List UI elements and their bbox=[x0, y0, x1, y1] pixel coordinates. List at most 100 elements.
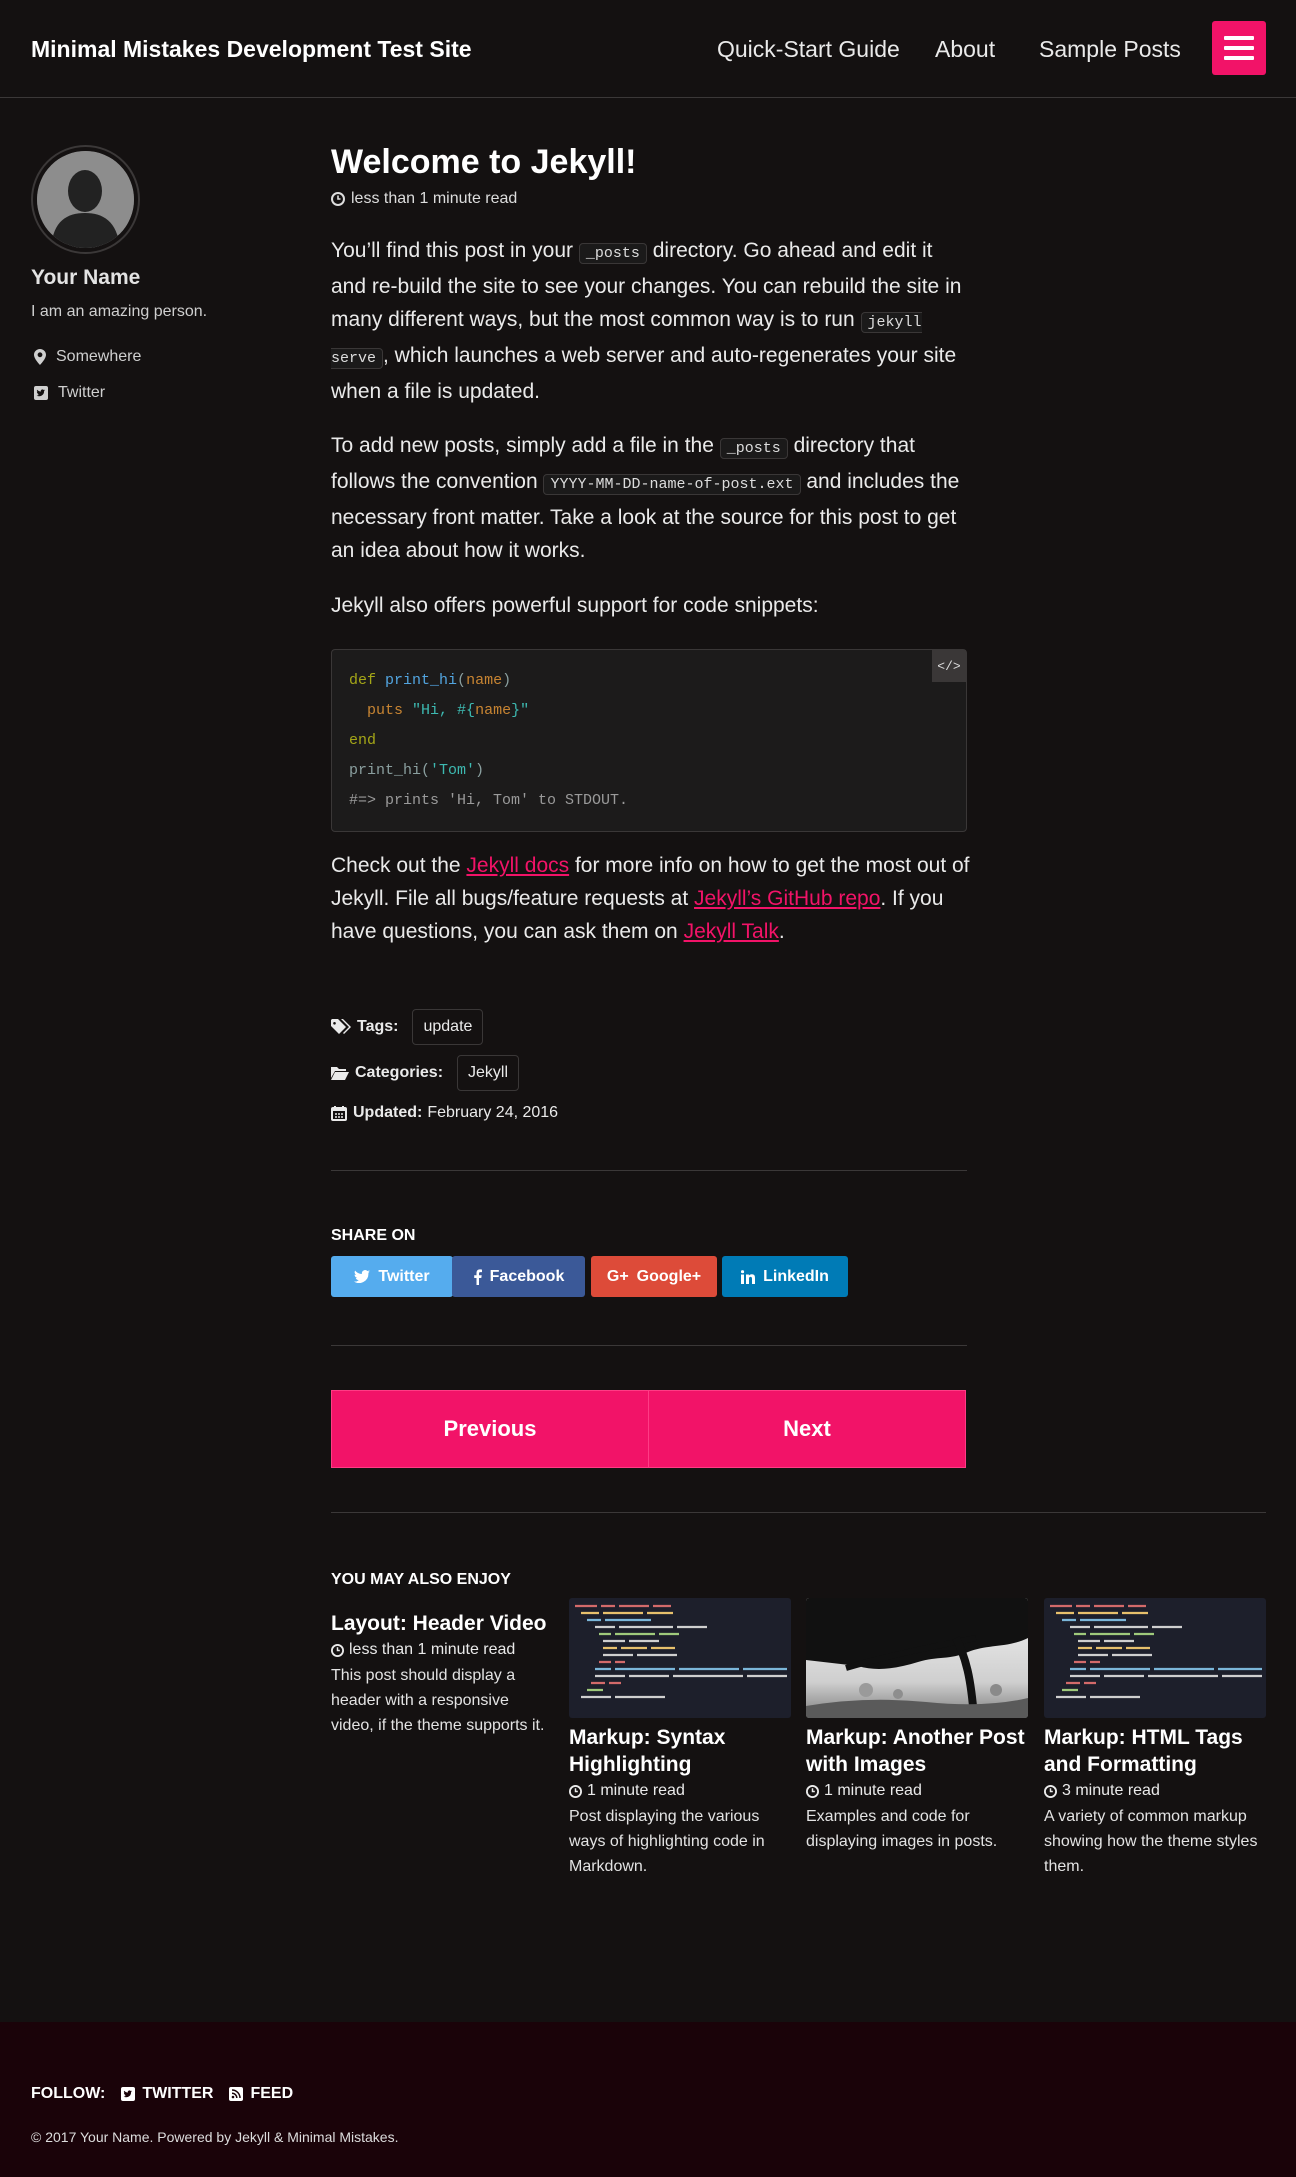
share-facebook-button[interactable]: Facebook bbox=[452, 1256, 585, 1297]
linkedin-icon bbox=[741, 1269, 756, 1284]
category-jekyll[interactable]: Jekyll bbox=[457, 1055, 520, 1091]
next-button[interactable]: Next bbox=[648, 1390, 966, 1468]
post-paragraph-1: You’ll find this post in your _posts dir… bbox=[331, 239, 962, 403]
hamburger-line bbox=[1224, 46, 1254, 50]
jekyll-github-link[interactable]: Jekyll’s GitHub repo bbox=[694, 887, 880, 910]
related-item-link[interactable]: Markup: Another Post with Images bbox=[806, 1724, 1028, 1778]
updated-date: February 24, 2016 bbox=[427, 1104, 559, 1121]
hamburger-line bbox=[1224, 56, 1254, 60]
updated-label: Updated: bbox=[353, 1104, 423, 1121]
related-read-time: less than 1 minute read bbox=[331, 1641, 553, 1659]
share-google-plus-label: Google+ bbox=[636, 1267, 702, 1285]
share-facebook-label: Facebook bbox=[489, 1267, 565, 1285]
author-bio: I am an amazing person. bbox=[31, 303, 208, 320]
share-twitter-label: Twitter bbox=[378, 1267, 430, 1285]
footer-follow: FOLLOW: TWITTER FEED bbox=[31, 2085, 293, 2103]
related-thumbnail[interactable] bbox=[1044, 1598, 1266, 1718]
post-read-time: less than 1 minute read bbox=[331, 190, 517, 208]
inline-code: _posts bbox=[719, 438, 788, 459]
hamburger-line bbox=[1224, 36, 1254, 40]
site-title[interactable]: Minimal Mistakes Development Test Site bbox=[31, 36, 472, 63]
author-name: Your Name bbox=[31, 266, 141, 289]
nav-quick-start[interactable]: Quick-Start Guide bbox=[717, 36, 900, 63]
related-item-link[interactable]: Layout: Header Video bbox=[331, 1610, 553, 1637]
related-item-title: Markup: Another Post with Images bbox=[806, 1726, 1025, 1776]
inline-code: _posts bbox=[578, 243, 647, 264]
code-line-2: puts "Hi, #{name}" bbox=[367, 702, 530, 719]
masthead: Minimal Mistakes Development Test Site Q… bbox=[0, 0, 1296, 98]
share-title: SHARE ON bbox=[331, 1227, 416, 1244]
avatar-silhouette-icon bbox=[37, 151, 134, 248]
footer-twitter-link[interactable]: TWITTER bbox=[121, 2085, 213, 2103]
related-item: Layout: Header Video less than 1 minute … bbox=[331, 1610, 553, 1738]
clock-icon bbox=[806, 1784, 819, 1798]
facebook-icon bbox=[473, 1268, 482, 1285]
jekyll-talk-link[interactable]: Jekyll Talk bbox=[684, 920, 779, 943]
twitter-square-icon bbox=[121, 2087, 136, 2101]
code-screenshot-image bbox=[569, 1598, 791, 1718]
previous-button[interactable]: Previous bbox=[331, 1390, 649, 1468]
post-title: Welcome to Jekyll! bbox=[331, 143, 637, 181]
author-twitter-label: Twitter bbox=[58, 384, 106, 401]
related-thumbnail[interactable] bbox=[806, 1598, 1028, 1718]
related-item-link[interactable]: Markup: HTML Tags and Formatting bbox=[1044, 1724, 1266, 1778]
post-paragraph-4: Check out the Jekyll docs for more info … bbox=[331, 854, 970, 943]
post-paragraph-2: To add new posts, simply add a file in t… bbox=[331, 434, 960, 562]
post-tags: Tags: update bbox=[331, 1009, 484, 1045]
author-location[interactable]: Somewhere bbox=[34, 348, 141, 366]
post-paragraph-3: Jekyll also offers powerful support for … bbox=[331, 594, 819, 617]
related-item: Markup: Another Post with Images 1 minut… bbox=[806, 1598, 1028, 1854]
clock-icon bbox=[331, 1643, 344, 1657]
share-twitter-button[interactable]: Twitter bbox=[331, 1256, 453, 1297]
categories-label: Categories: bbox=[355, 1064, 444, 1081]
footer-feed-link[interactable]: FEED bbox=[229, 2085, 293, 2103]
tag-update[interactable]: update bbox=[412, 1009, 484, 1045]
related-item-link[interactable]: Markup: Syntax Highlighting bbox=[569, 1724, 791, 1778]
google-plus-icon: G+ bbox=[606, 1267, 629, 1285]
related-item-excerpt: Post displaying the various ways of high… bbox=[569, 1808, 765, 1875]
copyright: © 2017 Your Name. Powered by Jekyll & Mi… bbox=[31, 2129, 399, 2145]
related-item-excerpt: A variety of common markup showing how t… bbox=[1044, 1808, 1258, 1875]
tags-icon bbox=[331, 1019, 351, 1034]
calendar-icon bbox=[331, 1106, 347, 1121]
related-item-excerpt: This post should display a header with a… bbox=[331, 1667, 545, 1734]
share-linkedin-button[interactable]: LinkedIn bbox=[722, 1256, 848, 1297]
related-read-time: 3 minute read bbox=[1044, 1782, 1266, 1800]
author-twitter-link[interactable]: Twitter bbox=[34, 384, 105, 402]
related-thumbnail[interactable] bbox=[569, 1598, 791, 1718]
code-copy-button[interactable]: </> bbox=[932, 650, 966, 682]
page-footer: FOLLOW: TWITTER FEED © 2017 Your Name. P… bbox=[0, 2022, 1296, 2177]
post-categories: Categories: Jekyll bbox=[331, 1055, 520, 1091]
follow-label: FOLLOW: bbox=[31, 2085, 106, 2102]
read-time-label: less than 1 minute read bbox=[351, 190, 518, 207]
twitter-icon bbox=[354, 1270, 371, 1283]
jekyll-docs-link[interactable]: Jekyll docs bbox=[466, 854, 569, 877]
divider bbox=[331, 1170, 967, 1171]
author-location-label: Somewhere bbox=[56, 348, 142, 365]
nav-sample-posts[interactable]: Sample Posts bbox=[1039, 36, 1181, 63]
tree-photo-image bbox=[806, 1598, 1028, 1718]
nav-about[interactable]: About bbox=[935, 36, 995, 63]
clock-icon bbox=[1044, 1784, 1057, 1798]
share-google-plus-button[interactable]: G+ Google+ bbox=[591, 1256, 717, 1297]
code-line-3: end bbox=[349, 732, 377, 749]
avatar bbox=[31, 145, 140, 254]
code-line-5: #=> prints 'Hi, Tom' to STDOUT. bbox=[349, 792, 629, 809]
code-line-1: def print_hi(name) bbox=[349, 672, 512, 689]
inline-code: YYYY-MM-DD-name-of-post.ext bbox=[543, 474, 801, 495]
share-linkedin-label: LinkedIn bbox=[763, 1267, 829, 1285]
rss-square-icon bbox=[229, 2087, 244, 2101]
divider bbox=[331, 1512, 1266, 1513]
related-read-time: 1 minute read bbox=[569, 1782, 791, 1800]
divider bbox=[331, 1345, 967, 1346]
clock-icon bbox=[569, 1784, 582, 1798]
related-read-time: 1 minute read bbox=[806, 1782, 1028, 1800]
related-item: Markup: Syntax Highlighting 1 minute rea… bbox=[569, 1598, 791, 1879]
related-item-title: Layout: Header Video bbox=[331, 1612, 547, 1635]
tags-label: Tags: bbox=[357, 1018, 399, 1035]
map-marker-icon bbox=[34, 349, 46, 365]
code-block: </> def print_hi(name) puts "Hi, #{name}… bbox=[331, 649, 967, 832]
menu-toggle-button[interactable] bbox=[1212, 21, 1266, 75]
twitter-square-icon bbox=[34, 386, 48, 400]
code-line-4: print_hi('Tom') bbox=[349, 762, 485, 779]
